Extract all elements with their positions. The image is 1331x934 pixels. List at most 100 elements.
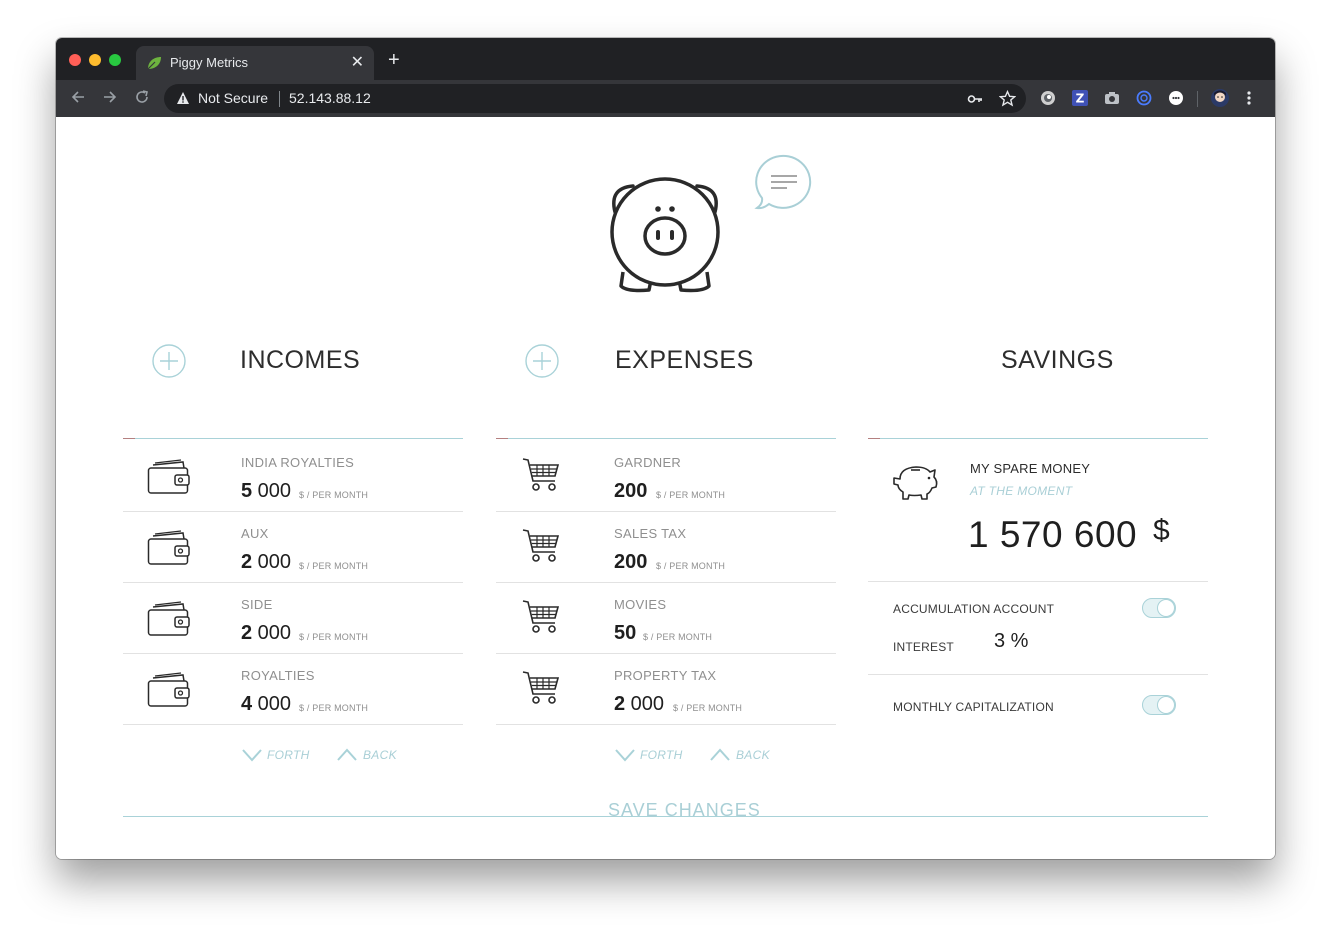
svg-text:Z: Z bbox=[1076, 92, 1085, 106]
savings-currency: $ bbox=[1153, 514, 1170, 547]
expenses-back-link[interactable]: BACK bbox=[736, 748, 770, 762]
page-content: INCOMES INDIA ROYALTIES 5 000 $ / PER MO… bbox=[56, 117, 1275, 859]
expense-unit: $ / PER MONTH bbox=[643, 632, 713, 642]
row-divider bbox=[496, 724, 836, 725]
key-icon[interactable] bbox=[967, 91, 983, 112]
cart-icon bbox=[522, 528, 560, 569]
warning-icon bbox=[176, 91, 190, 110]
income-name: ROYALTIES bbox=[241, 668, 315, 683]
extension-circle-icon[interactable] bbox=[1040, 90, 1056, 111]
close-window-button[interactable] bbox=[69, 54, 81, 66]
income-unit: $ / PER MONTH bbox=[299, 703, 369, 713]
savings-rule-marker bbox=[868, 438, 880, 439]
address-bar[interactable]: Not Secure 52.143.88.12 bbox=[164, 84, 1026, 113]
row-divider bbox=[496, 653, 836, 654]
add-income-button[interactable] bbox=[152, 344, 186, 383]
row-divider bbox=[496, 582, 836, 583]
incomes-back-chevron-icon[interactable] bbox=[337, 748, 357, 767]
expense-amount: 200 bbox=[614, 480, 648, 502]
capitalization-toggle[interactable] bbox=[1142, 695, 1176, 715]
browser-toolbar: Not Secure 52.143.88.12 Z bbox=[56, 80, 1275, 117]
row-divider bbox=[123, 511, 463, 512]
expense-unit: $ / PER MONTH bbox=[656, 490, 726, 500]
expenses-forth-chevron-icon[interactable] bbox=[615, 748, 635, 767]
toolbar-separator bbox=[1197, 91, 1198, 107]
leaf-favicon-icon bbox=[146, 55, 162, 76]
extension-dots-icon[interactable] bbox=[1168, 90, 1184, 111]
expense-name: SALES TAX bbox=[614, 526, 687, 541]
back-arrow-icon[interactable] bbox=[70, 89, 86, 108]
savings-name: MY SPARE MONEY bbox=[970, 461, 1091, 476]
save-changes-button[interactable]: SAVE CHANGES bbox=[608, 800, 761, 821]
cart-icon bbox=[522, 670, 560, 711]
capitalization-label: MONTHLY CAPITALIZATION bbox=[893, 700, 1054, 714]
chat-bubble-icon[interactable] bbox=[753, 154, 813, 217]
row-divider bbox=[123, 582, 463, 583]
tab-title: Piggy Metrics bbox=[170, 55, 249, 70]
expenses-rule-marker bbox=[496, 438, 508, 439]
reload-icon[interactable] bbox=[134, 89, 150, 108]
incomes-back-link[interactable]: BACK bbox=[363, 748, 397, 762]
expenses-forth-link[interactable]: FORTH bbox=[640, 748, 683, 762]
accumulation-label: ACCUMULATION ACCOUNT bbox=[893, 602, 1055, 616]
expenses-rule bbox=[496, 438, 836, 439]
security-label[interactable]: Not Secure bbox=[198, 90, 268, 106]
income-amount: 2 000 bbox=[241, 622, 292, 644]
incomes-rule bbox=[123, 438, 463, 439]
browser-menu-icon[interactable] bbox=[1246, 90, 1252, 111]
row-divider bbox=[868, 581, 1208, 582]
minimize-window-button[interactable] bbox=[89, 54, 101, 66]
interest-value[interactable]: 3 % bbox=[994, 630, 1028, 653]
cart-icon bbox=[522, 457, 560, 498]
extension-z-icon[interactable]: Z bbox=[1072, 90, 1088, 111]
piggy-logo-icon bbox=[607, 172, 723, 301]
toggle-knob bbox=[1157, 696, 1175, 714]
active-tab[interactable]: Piggy Metrics ✕ bbox=[136, 46, 374, 80]
savings-moment: AT THE MOMENT bbox=[970, 484, 1073, 498]
tab-bar: Piggy Metrics ✕ + bbox=[56, 38, 1275, 80]
income-unit: $ / PER MONTH bbox=[299, 490, 369, 500]
cart-icon bbox=[522, 599, 560, 640]
expense-amount: 200 bbox=[614, 551, 648, 573]
accumulation-toggle[interactable] bbox=[1142, 598, 1176, 618]
expenses-title: EXPENSES bbox=[615, 346, 754, 374]
wallet-icon bbox=[147, 601, 191, 642]
expense-name: PROPERTY TAX bbox=[614, 668, 717, 683]
profile-avatar[interactable] bbox=[1210, 88, 1230, 113]
piggy-bank-icon bbox=[892, 461, 940, 506]
savings-amount[interactable]: 1 570 600 bbox=[968, 514, 1137, 556]
income-unit: $ / PER MONTH bbox=[299, 561, 369, 571]
wallet-icon bbox=[147, 672, 191, 713]
tab-close-icon[interactable]: ✕ bbox=[351, 52, 364, 72]
expense-name: GARDNER bbox=[614, 455, 682, 470]
income-name: INDIA ROYALTIES bbox=[241, 455, 355, 470]
incomes-forth-link[interactable]: FORTH bbox=[267, 748, 310, 762]
bookmark-star-icon[interactable] bbox=[998, 89, 1017, 112]
url-text[interactable]: 52.143.88.12 bbox=[289, 90, 371, 106]
wallet-icon bbox=[147, 530, 191, 571]
forward-arrow-icon[interactable] bbox=[102, 89, 118, 108]
incomes-rule-marker bbox=[123, 438, 135, 439]
row-divider bbox=[123, 653, 463, 654]
income-name: SIDE bbox=[241, 597, 273, 612]
camera-icon[interactable] bbox=[1104, 90, 1120, 111]
expenses-back-chevron-icon[interactable] bbox=[710, 748, 730, 767]
extension-ring-icon[interactable] bbox=[1136, 90, 1152, 111]
row-divider bbox=[496, 511, 836, 512]
expense-unit: $ / PER MONTH bbox=[673, 703, 743, 713]
income-amount: 4 000 bbox=[241, 693, 292, 715]
add-expense-button[interactable] bbox=[525, 344, 559, 383]
new-tab-button[interactable]: + bbox=[388, 50, 400, 70]
expense-name: MOVIES bbox=[614, 597, 667, 612]
maximize-window-button[interactable] bbox=[109, 54, 121, 66]
incomes-forth-chevron-icon[interactable] bbox=[242, 748, 262, 767]
interest-label: INTEREST bbox=[893, 640, 954, 654]
expense-unit: $ / PER MONTH bbox=[656, 561, 726, 571]
toggle-knob bbox=[1157, 599, 1175, 617]
savings-rule bbox=[868, 438, 1208, 439]
expense-amount: 2 000 bbox=[614, 693, 665, 715]
row-divider bbox=[868, 674, 1208, 675]
savings-title: SAVINGS bbox=[1001, 346, 1114, 374]
address-separator bbox=[279, 91, 280, 107]
income-unit: $ / PER MONTH bbox=[299, 632, 369, 642]
